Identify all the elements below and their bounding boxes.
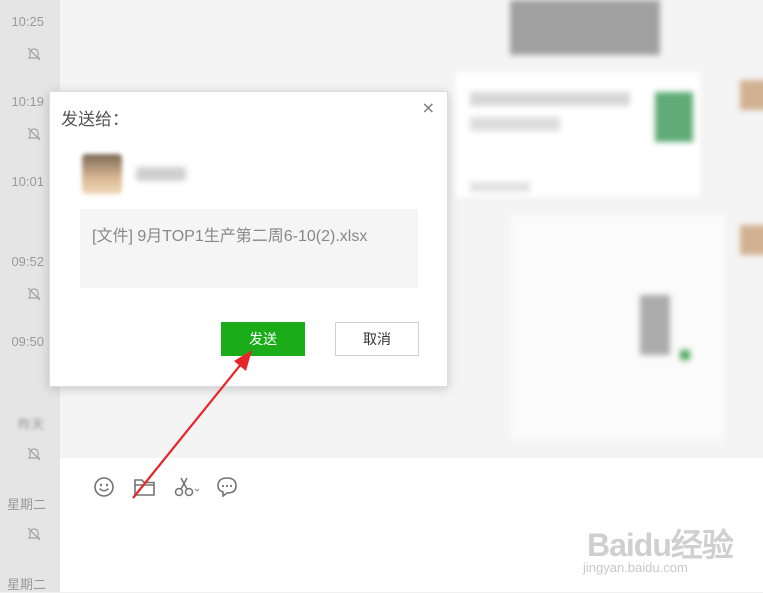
chat-time: 09:52 — [11, 254, 44, 269]
chat-time: 09:50 — [11, 334, 44, 349]
file-preview: [文件] 9月TOP1生产第二周6-10(2).xlsx — [80, 209, 418, 288]
watermark-url: jingyan.baidu.com — [583, 560, 688, 575]
cancel-button[interactable]: 取消 — [335, 322, 419, 356]
send-to-dialog: 发送给： × [文件] 9月TOP1生产第二周6-10(2).xlsx 发送 取… — [49, 91, 448, 387]
chat-time: 10:01 — [11, 174, 44, 189]
contact-name-blurred — [136, 167, 186, 181]
mute-icon — [27, 447, 41, 461]
send-button[interactable]: 发送 — [221, 322, 305, 356]
recipient-contact — [80, 154, 420, 198]
mute-icon — [27, 527, 41, 541]
chat-time: 10:25 — [11, 14, 44, 29]
close-icon[interactable]: × — [422, 98, 435, 117]
chat-time: 星期二 — [6, 497, 46, 512]
mute-icon — [27, 47, 41, 61]
avatar — [82, 154, 122, 194]
chat-time: 10:19 — [11, 94, 44, 109]
mute-icon — [27, 287, 41, 301]
file-name: [文件] 9月TOP1生产第二周6-10(2).xlsx — [92, 228, 368, 245]
chat-time: 昨天 — [17, 417, 44, 432]
mute-icon — [27, 127, 41, 141]
baidu-watermark: Baidu经验 jingyan.baidu.com — [583, 510, 753, 580]
chat-time: 星期二 — [6, 577, 46, 592]
dialog-title: 发送给： — [61, 110, 129, 130]
